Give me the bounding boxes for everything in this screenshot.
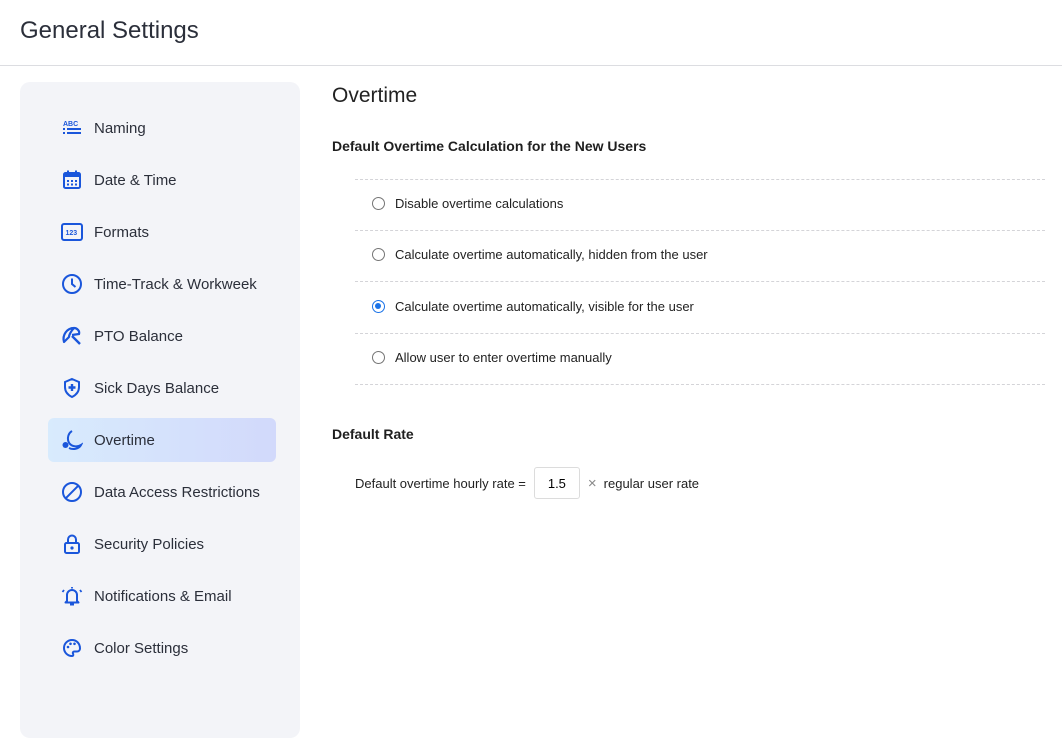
sidebar-item-label: Date & Time <box>94 171 177 189</box>
radio-button[interactable] <box>372 248 385 262</box>
sidebar-item-overtime[interactable]: Overtime <box>48 418 276 462</box>
rate-prefix: Default overtime hourly rate = <box>355 475 526 491</box>
radio-button[interactable] <box>372 350 385 364</box>
sidebar-item-label: PTO Balance <box>94 327 183 345</box>
sidebar-item-label: Security Policies <box>94 535 205 553</box>
section-title: Overtime <box>332 84 418 107</box>
shield-plus-icon <box>61 377 83 399</box>
rate-input[interactable] <box>533 467 580 499</box>
sidebar-item-pto-balance[interactable]: PTO Balance <box>48 314 276 358</box>
rate-row: Default overtime hourly rate = × regular… <box>355 467 699 499</box>
svg-text:123: 123 <box>66 230 78 237</box>
numbers-123-icon: 123 <box>61 221 83 243</box>
sidebar-item-formats[interactable]: 123 Formats <box>48 210 276 254</box>
calendar-icon <box>61 169 83 191</box>
sidebar-item-notifications-email[interactable]: Notifications & Email <box>48 574 276 618</box>
sidebar-item-label: Sick Days Balance <box>94 379 220 397</box>
overtime-option[interactable]: Calculate overtime automatically, hidden… <box>372 247 708 262</box>
sidebar-item-data-access-restrictions[interactable]: Data Access Restrictions <box>48 470 276 514</box>
moon-icon <box>61 429 83 451</box>
sidebar-item-label: Formats <box>94 223 150 241</box>
svg-text:ABC: ABC <box>63 121 78 128</box>
bell-icon <box>61 585 83 607</box>
abc-list-icon: ABC <box>61 117 83 139</box>
sidebar-item-security-policies[interactable]: Security Policies <box>48 522 276 566</box>
clock-icon <box>61 273 83 295</box>
divider <box>355 281 1045 282</box>
sidebar-item-sick-days-balance[interactable]: Sick Days Balance <box>48 366 276 410</box>
divider <box>355 230 1045 231</box>
option-label: Calculate overtime automatically, visibl… <box>395 298 694 314</box>
divider <box>355 179 1045 180</box>
divider <box>355 384 1045 385</box>
sidebar-item-label: Time-Track & Workweek <box>94 275 257 293</box>
overtime-option[interactable]: Allow user to enter overtime manually <box>372 350 612 365</box>
sidebar-item-time-track-workweek[interactable]: Time-Track & Workweek <box>48 262 276 306</box>
sidebar-item-label: Notifications & Email <box>94 587 232 605</box>
sidebar-item-label: Overtime <box>94 431 155 449</box>
block-icon <box>61 481 83 503</box>
sidebar-item-color-settings[interactable]: Color Settings <box>48 626 276 670</box>
calc-heading: Default Overtime Calculation for the New… <box>332 138 647 154</box>
overtime-option[interactable]: Calculate overtime automatically, visibl… <box>372 299 694 314</box>
lock-icon <box>61 533 83 555</box>
sidebar-item-label: Data Access Restrictions <box>94 483 260 501</box>
header: General Settings <box>0 0 1062 66</box>
option-label: Calculate overtime automatically, hidden… <box>395 247 708 263</box>
beach-umbrella-icon <box>61 325 83 347</box>
times-icon: × <box>587 474 597 492</box>
radio-button[interactable] <box>372 197 385 210</box>
divider <box>355 333 1045 334</box>
sidebar: ABC Naming Date & Time 123 Formats Time-Track… <box>20 82 300 738</box>
sidebar-item-date-time[interactable]: Date & Time <box>48 158 276 202</box>
page-title: General Settings <box>20 17 199 44</box>
sidebar-item-label: Naming <box>94 119 146 137</box>
radio-button[interactable] <box>372 299 385 313</box>
sidebar-item-label: Color Settings <box>94 639 189 657</box>
option-label: Allow user to enter overtime manually <box>395 349 612 365</box>
rate-heading: Default Rate <box>332 426 414 442</box>
option-label: Disable overtime calculations <box>395 196 564 211</box>
rate-suffix: regular user rate <box>603 475 700 491</box>
overtime-option[interactable]: Disable overtime calculations <box>372 196 563 211</box>
sidebar-item-naming[interactable]: ABC Naming <box>48 106 276 150</box>
palette-icon <box>61 637 83 659</box>
